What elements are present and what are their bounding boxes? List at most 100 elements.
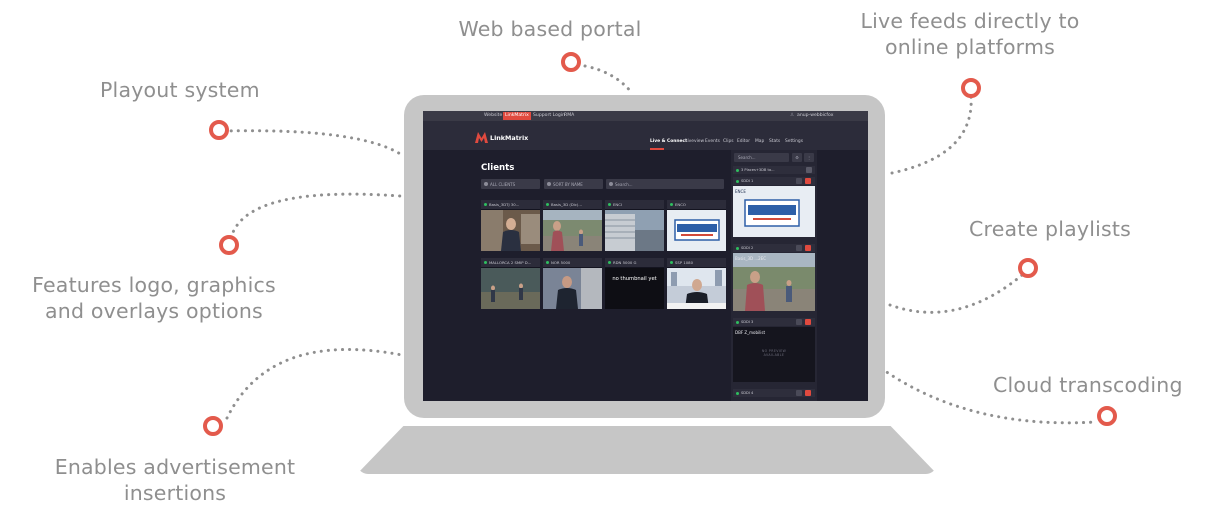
output-row[interactable]: SDDI 4 <box>733 389 815 397</box>
clients-search-placeholder: Search... <box>615 181 633 187</box>
callout-features-line2: and overlays options <box>45 299 263 323</box>
output-row[interactable]: SDDI 2 <box>733 244 815 252</box>
client-name: ENCO <box>675 202 686 207</box>
topbar-website-link[interactable]: Website <box>484 113 502 118</box>
marker-features <box>219 235 239 255</box>
output-preview: DBF Z_mobilist NO PREVIEW AVAILABLE <box>733 327 815 382</box>
callout-live-feeds: Live feeds directly to online platforms <box>830 8 1110 60</box>
gear-icon[interactable] <box>806 167 812 173</box>
marker-playlists <box>1018 258 1038 278</box>
sort-select[interactable]: SORT BY NAME <box>544 179 603 189</box>
online-status-dot <box>546 261 549 264</box>
topbar-user-name[interactable]: anup-webbicfox <box>797 113 833 118</box>
clients-search-input[interactable]: Search... <box>606 179 724 189</box>
nav-stats[interactable]: Stats <box>769 139 780 144</box>
levels-icon[interactable] <box>796 245 802 251</box>
callout-live-feeds-line2: online platforms <box>884 35 1056 59</box>
client-thumbnail <box>543 268 602 309</box>
output-name: SDDI 1 <box>741 178 754 183</box>
client-name: RDN 5000 G <box>613 260 637 265</box>
output-name: SDDI 3 <box>741 319 754 324</box>
callout-web-portal: Web based portal <box>458 17 642 41</box>
callout-playout-system: Playout system <box>100 78 260 102</box>
playlist-header[interactable]: 3 Places+3DB to... <box>733 166 815 174</box>
filter-icon <box>484 182 488 186</box>
sort-value: SORT BY NAME <box>553 181 583 187</box>
callout-features-line1: Features logo, graphics <box>32 273 276 297</box>
nav-live-connect[interactable]: Live & Connect <box>650 139 687 144</box>
client-card[interactable]: MALLORCA 2 SMIP D... <box>481 258 540 309</box>
clients-filter-select[interactable]: ALL CLIENTS <box>481 179 540 189</box>
more-icon[interactable]: ⋮ <box>804 153 814 162</box>
client-card[interactable]: ENCI <box>605 200 664 251</box>
playlist-panel: Search... ⚙ ⋮ 3 Places+3DB to... SDDI 1 … <box>731 150 817 401</box>
levels-icon[interactable] <box>796 178 802 184</box>
callout-cloud-transcoding: Cloud transcoding <box>993 373 1183 397</box>
online-status-dot <box>736 168 739 172</box>
nav-editor[interactable]: Editor <box>737 139 750 144</box>
settings-icon[interactable]: ⚙ <box>792 153 802 162</box>
client-card[interactable]: Basis_3D (Dic)... <box>543 200 602 251</box>
no-preview-label: NO PREVIEW AVAILABLE <box>761 349 787 357</box>
client-thumbnail <box>481 210 540 251</box>
client-name: Basis_3DTJ 30... <box>489 202 520 207</box>
output-caption: Basis_3D ...2EC <box>735 256 767 261</box>
page-title: Clients <box>481 163 515 173</box>
search-icon <box>609 182 613 186</box>
client-name: ENCI <box>613 202 623 207</box>
online-status-dot <box>736 179 739 183</box>
edit-icon[interactable] <box>805 319 811 325</box>
online-status-dot <box>670 261 673 264</box>
marker-playout <box>209 120 229 140</box>
marker-live-feeds <box>961 78 981 98</box>
client-card[interactable]: RDN 5000 G no thumbnail yet <box>605 258 664 309</box>
playlist-name: 3 Places+3DB to... <box>741 167 775 172</box>
sort-icon <box>547 182 551 186</box>
nav-events[interactable]: Events <box>705 139 720 144</box>
nav-map[interactable]: Map <box>755 139 764 144</box>
topbar-linkmatrix-link[interactable]: LinkMatrix <box>503 112 531 120</box>
callout-advertisement-line1: Enables advertisement <box>54 455 296 479</box>
output-name: SDDI 2 <box>741 245 754 250</box>
client-thumbnail <box>667 210 726 251</box>
playlist-search-input[interactable]: Search... <box>734 153 789 162</box>
output-preview: Basis_3D ...2EC <box>733 253 815 311</box>
nav-clips[interactable]: Clips <box>723 139 734 144</box>
callout-features: Features logo, graphics and overlays opt… <box>0 272 308 324</box>
edit-icon[interactable] <box>805 390 811 396</box>
callout-advertisement: Enables advertisement insertions <box>20 454 330 506</box>
brand-name: LinkMatrix <box>490 134 529 142</box>
topbar-support-login-link[interactable]: Support Login <box>533 113 565 118</box>
client-card[interactable]: ENCO <box>667 200 726 251</box>
output-preview-image <box>733 253 815 311</box>
nav-settings[interactable]: Settings <box>785 139 803 144</box>
laptop-screen: Website LinkMatrix Support Login RMA ♙ a… <box>423 111 868 401</box>
marker-web-portal <box>561 52 581 72</box>
client-card[interactable]: SSP 1080 <box>667 258 726 309</box>
user-icon: ♙ <box>790 113 795 118</box>
output-row[interactable]: SDDI 3 <box>733 318 815 326</box>
callout-advertisement-line2: insertions <box>123 481 227 505</box>
edit-icon[interactable] <box>805 245 811 251</box>
online-status-dot <box>736 246 739 250</box>
client-card[interactable]: Basis_3DTJ 30... <box>481 200 540 251</box>
levels-icon[interactable] <box>796 390 802 396</box>
client-name: NOR 5000 <box>551 260 571 265</box>
edit-icon[interactable] <box>805 178 811 184</box>
marker-transcoding <box>1097 406 1117 426</box>
output-row[interactable]: SDDI 1 <box>733 177 815 185</box>
topbar-rma-link[interactable]: RMA <box>564 113 574 118</box>
client-card[interactable]: NOR 5000 <box>543 258 602 309</box>
clients-filter-value: ALL CLIENTS <box>490 181 516 187</box>
laptop-base <box>357 426 937 474</box>
output-name: SDDI 4 <box>741 390 754 395</box>
marker-advertisement <box>203 416 223 436</box>
client-name: Basis_3D (Dic)... <box>551 202 583 207</box>
levels-icon[interactable] <box>796 319 802 325</box>
main-navbar: LinkMatrix Live & Connect Liveview Event… <box>423 121 868 150</box>
playlist-search-placeholder: Search... <box>738 155 756 160</box>
callout-create-playlists: Create playlists <box>969 217 1132 241</box>
nav-liveview[interactable]: Liveview <box>685 139 704 144</box>
linkmatrix-logo-icon <box>475 132 488 143</box>
client-name: SSP 1080 <box>675 260 693 265</box>
